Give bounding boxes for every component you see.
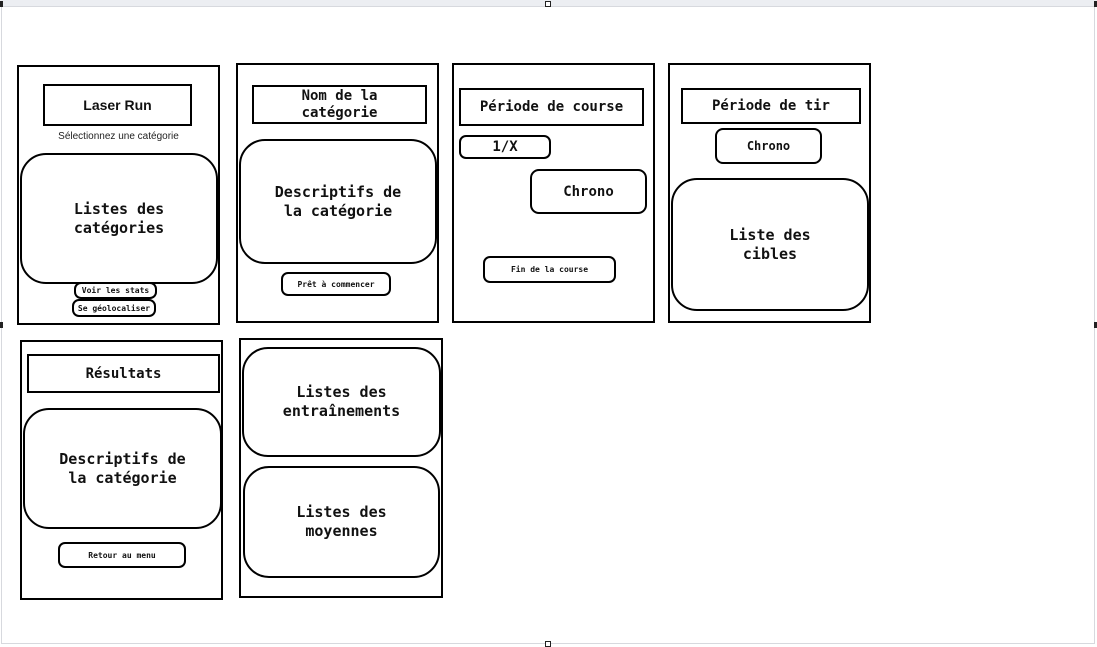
wireframe-screen-home: Laser Run Sélectionnez une catégorie Lis… bbox=[17, 65, 220, 325]
running-chrono: Chrono bbox=[530, 169, 647, 214]
averages-list-box: Listes des moyennes bbox=[243, 466, 440, 578]
targets-list-box: Liste des cibles bbox=[671, 178, 869, 311]
resize-handle-top[interactable] bbox=[545, 1, 551, 7]
geolocate-button[interactable]: Se géolocaliser bbox=[72, 299, 156, 317]
shooting-chrono: Chrono bbox=[715, 128, 822, 164]
wireframe-screen-results: Résultats Descriptifs de la catégorie Re… bbox=[20, 340, 223, 600]
wireframe-screen-running: Période de course 1/X Chrono Fin de la c… bbox=[452, 63, 655, 323]
results-description-box: Descriptifs de la catégorie bbox=[23, 408, 222, 529]
select-category-text: Sélectionnez une catégorie bbox=[58, 130, 179, 142]
category-list-box: Listes des catégories bbox=[20, 153, 218, 284]
end-race-button[interactable]: Fin de la course bbox=[483, 256, 616, 283]
wireframe-screen-shooting: Période de tir Chrono Liste des cibles bbox=[668, 63, 871, 323]
wireframe-screen-category: Nom de la catégorie Descriptifs de la ca… bbox=[236, 63, 439, 323]
view-stats-button[interactable]: Voir les stats bbox=[74, 282, 157, 299]
shooting-period-title: Période de tir bbox=[681, 88, 861, 124]
running-period-title: Période de course bbox=[459, 88, 644, 126]
wireframe-screen-stats: Listes des entraînements Listes des moye… bbox=[239, 338, 443, 598]
category-description-box: Descriptifs de la catégorie bbox=[239, 139, 437, 264]
trainings-list-box: Listes des entraînements bbox=[242, 347, 441, 457]
app-title-box: Laser Run bbox=[43, 84, 192, 126]
ready-to-start-button[interactable]: Prêt à commencer bbox=[281, 272, 391, 296]
resize-handle-bottom[interactable] bbox=[545, 641, 551, 647]
results-title: Résultats bbox=[27, 354, 220, 393]
lap-counter: 1/X bbox=[459, 135, 551, 159]
category-name-box: Nom de la catégorie bbox=[252, 85, 427, 124]
resize-handle-left[interactable] bbox=[0, 322, 3, 328]
resize-handle-top-left[interactable] bbox=[0, 1, 3, 7]
back-to-menu-button[interactable]: Retour au menu bbox=[58, 542, 186, 568]
